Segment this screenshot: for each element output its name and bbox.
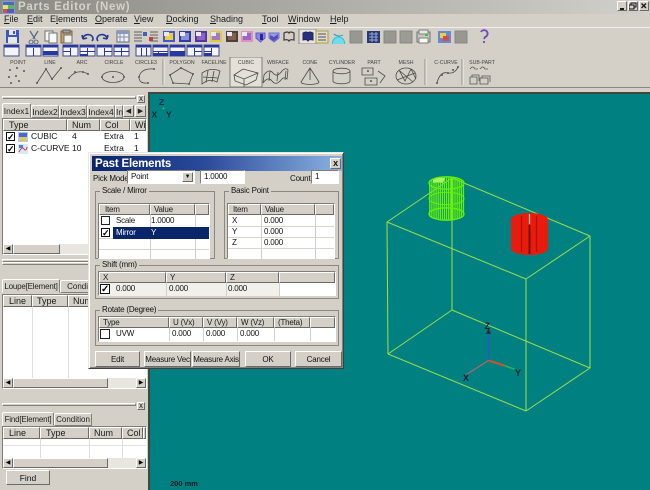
svg-text:CUBIC: CUBIC	[238, 60, 254, 66]
svg-text:200 mm: 200 mm	[170, 479, 198, 488]
svg-text:C-CURVE: C-CURVE	[434, 60, 458, 66]
svg-text:MESH: MESH	[399, 60, 414, 66]
svg-text:Y: Y	[515, 368, 521, 378]
svg-text:CONE: CONE	[303, 60, 319, 66]
svg-text:WBFACE: WBFACE	[267, 60, 289, 66]
svg-text:X: X	[152, 110, 158, 120]
svg-text:CYLINDER: CYLINDER	[329, 60, 355, 66]
svg-text:POLYGON: POLYGON	[169, 60, 195, 66]
svg-text:POINT: POINT	[10, 60, 27, 66]
svg-text:CIRCLE: CIRCLE	[104, 60, 124, 66]
svg-text:CIRCLE3: CIRCLE3	[135, 60, 157, 66]
svg-text:Z: Z	[485, 321, 491, 331]
svg-text:LINE: LINE	[44, 60, 56, 66]
svg-text:ARC: ARC	[77, 60, 88, 66]
svg-text:SUB-PART: SUB-PART	[469, 60, 496, 66]
svg-text:FACELINE: FACELINE	[201, 60, 227, 66]
svg-text:PART: PART	[367, 60, 381, 66]
svg-text:Y: Y	[166, 110, 172, 120]
svg-text:X: X	[463, 373, 469, 383]
svg-text:Z: Z	[159, 97, 164, 107]
